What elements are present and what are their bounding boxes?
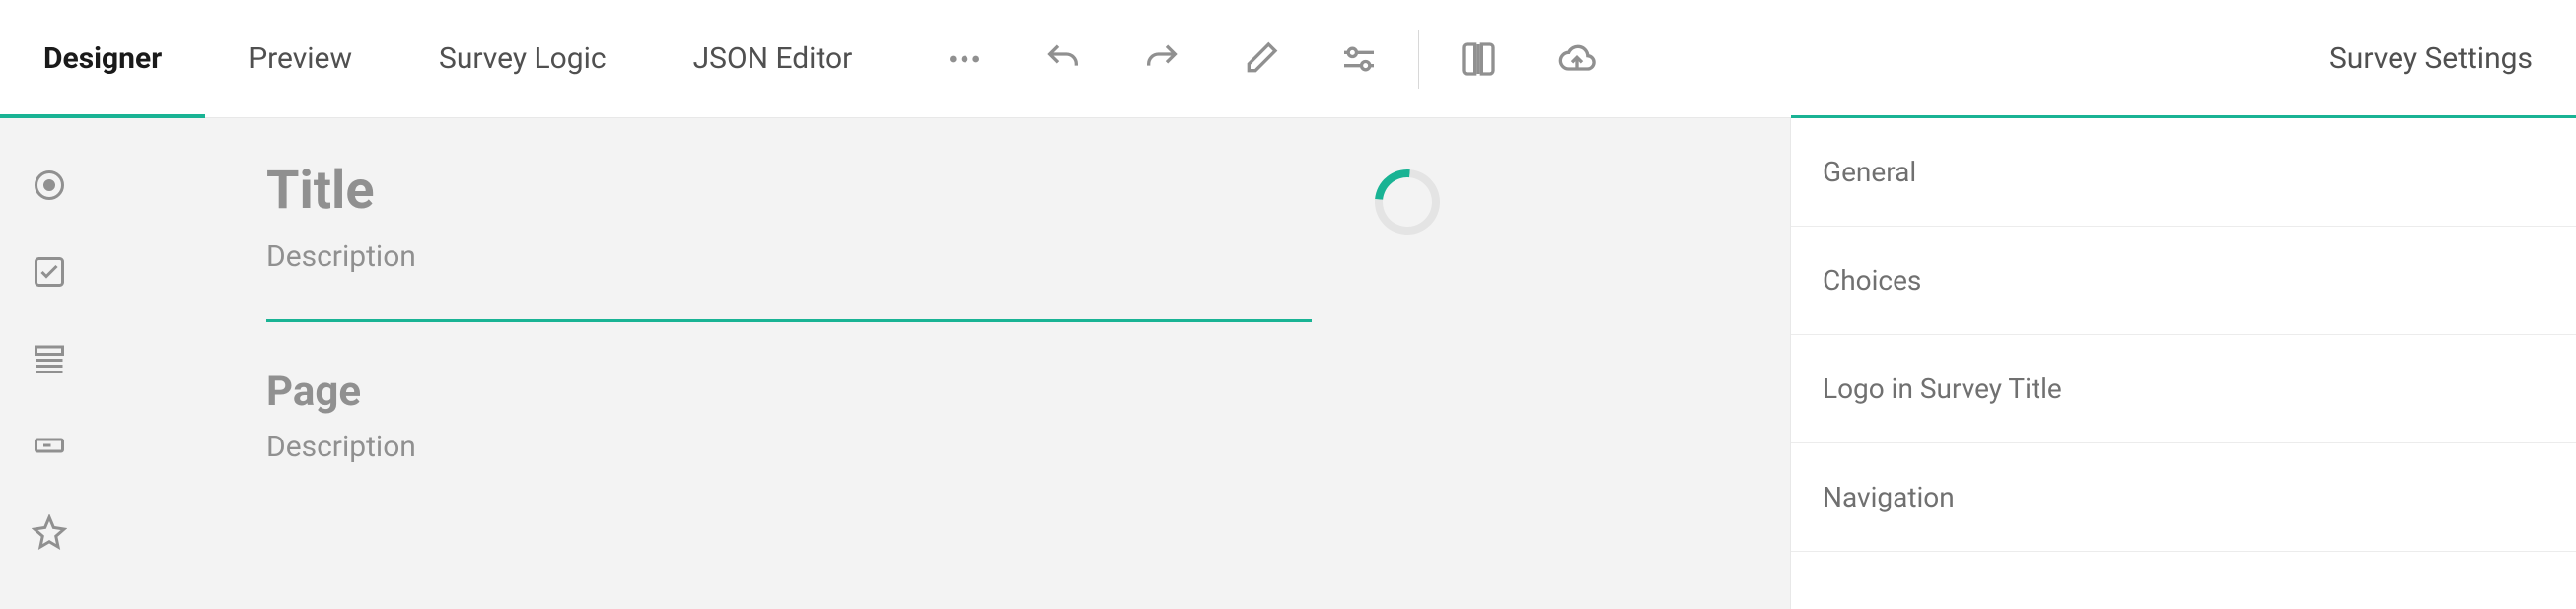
toolbar-separator — [1418, 30, 1419, 89]
toolbox-text[interactable] — [32, 428, 67, 467]
survey-title-input[interactable]: Title — [266, 160, 1312, 222]
dots-icon — [945, 39, 984, 79]
redo-button[interactable] — [1112, 0, 1211, 118]
undo-button[interactable] — [1014, 0, 1112, 118]
toolbox-checkbox[interactable] — [32, 254, 67, 294]
design-surface[interactable]: Title Description Page Description — [99, 118, 1790, 609]
tab-label: Preview — [249, 41, 352, 76]
toolbox-rating[interactable] — [32, 514, 67, 554]
canvas-wrap: Title Description Page Description — [0, 118, 1790, 609]
tab-survey-logic[interactable]: Survey Logic — [395, 0, 650, 117]
main-tabs: Designer Preview Survey Logic JSON Edito… — [0, 0, 895, 117]
docs-button[interactable] — [1429, 0, 1528, 118]
section-choices[interactable]: Choices — [1791, 227, 2576, 335]
textbox-icon — [32, 428, 67, 463]
properties-accordion: General Choices Logo in Survey Title Nav… — [1791, 118, 2576, 609]
section-general[interactable]: General — [1791, 118, 2576, 227]
toolbar-actions — [895, 0, 1626, 117]
dropdown-icon — [32, 341, 67, 376]
page-title-input[interactable]: Page — [266, 368, 1711, 416]
toolbox-dropdown[interactable] — [32, 341, 67, 380]
redo-icon — [1142, 39, 1181, 79]
book-icon — [1459, 39, 1498, 79]
main-area: Title Description Page Description Surve… — [0, 118, 2576, 609]
tab-json-editor[interactable]: JSON Editor — [650, 0, 896, 117]
tab-label: Survey Logic — [439, 41, 607, 76]
tab-label: JSON Editor — [693, 41, 853, 76]
properties-tab-label: Survey Settings — [2329, 41, 2533, 76]
toolbox-radiogroup[interactable] — [32, 168, 67, 207]
cloud-upload-icon — [1557, 39, 1597, 79]
page-header[interactable]: Page Description — [266, 368, 1711, 464]
page-description-input[interactable]: Description — [266, 430, 1711, 464]
eraser-icon — [1241, 39, 1280, 79]
survey-description-input[interactable]: Description — [266, 239, 1312, 274]
toolbox-rail — [0, 118, 99, 609]
star-icon — [32, 514, 67, 550]
section-logo[interactable]: Logo in Survey Title — [1791, 335, 2576, 443]
section-label: Navigation — [1823, 481, 1955, 513]
radio-icon — [32, 168, 67, 203]
settings-button[interactable] — [1310, 0, 1408, 118]
clear-button[interactable] — [1211, 0, 1310, 118]
upload-button[interactable] — [1528, 0, 1626, 118]
section-label: Logo in Survey Title — [1823, 372, 2062, 405]
more-button[interactable] — [915, 0, 1014, 118]
checkbox-icon — [32, 254, 67, 290]
survey-header[interactable]: Title Description — [266, 160, 1312, 322]
loading-spinner-icon — [1362, 157, 1454, 248]
undo-icon — [1043, 39, 1083, 79]
sliders-icon — [1339, 39, 1379, 79]
section-navigation[interactable]: Navigation — [1791, 443, 2576, 552]
properties-tab-survey-settings[interactable]: Survey Settings — [1791, 0, 2576, 118]
tab-label: Designer — [43, 41, 162, 76]
tab-preview[interactable]: Preview — [205, 0, 395, 117]
tab-designer[interactable]: Designer — [0, 0, 205, 117]
properties-panel: Survey Settings General Choices Logo in … — [1790, 118, 2576, 609]
section-label: Choices — [1823, 264, 1921, 297]
section-label: General — [1823, 156, 1916, 188]
